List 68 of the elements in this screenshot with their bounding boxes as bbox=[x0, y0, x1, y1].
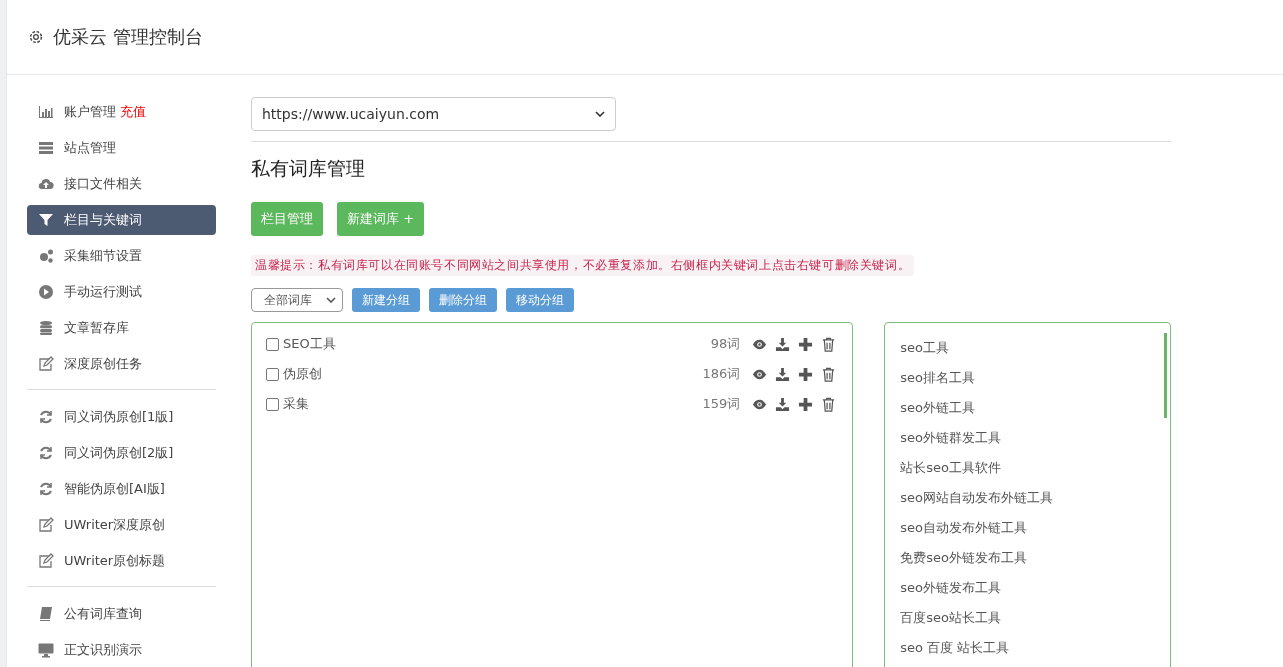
keyword-item[interactable]: seo外链工具 bbox=[900, 393, 1170, 423]
checkbox[interactable] bbox=[266, 337, 279, 351]
play-icon bbox=[38, 284, 54, 300]
sidebar-item[interactable]: 文章暂存库 bbox=[27, 313, 216, 343]
gear-icon bbox=[27, 28, 45, 46]
sidebar-item[interactable]: 公有词库查询 bbox=[27, 599, 216, 629]
sidebar-item[interactable]: UWriter原创标题 bbox=[27, 546, 216, 576]
checkbox[interactable] bbox=[266, 397, 279, 411]
keyword-item[interactable]: seo排名工具 bbox=[900, 363, 1170, 393]
sidebar-item[interactable]: 深度原创任务 bbox=[27, 349, 216, 379]
library-name[interactable]: 采集 bbox=[283, 395, 695, 413]
section-title: 私有词库管理 bbox=[251, 156, 366, 181]
site-select[interactable]: https://www.ucaiyun.com bbox=[251, 97, 616, 131]
sidebar-item[interactable]: UWriter深度原创 bbox=[27, 510, 216, 540]
group-select[interactable]: 全部词库 bbox=[251, 288, 343, 312]
sidebar-item[interactable]: 同义词伪原创[2版] bbox=[27, 438, 216, 468]
keyword-item[interactable]: seo 百度 站长工具 bbox=[900, 633, 1170, 663]
sidebar-item[interactable]: 同义词伪原创[1版] bbox=[27, 402, 216, 432]
word-count: 159词 bbox=[702, 395, 741, 413]
download-icon[interactable] bbox=[775, 366, 791, 382]
bar-chart-icon bbox=[38, 104, 54, 120]
checkbox[interactable] bbox=[266, 367, 279, 381]
word-count: 98词 bbox=[710, 335, 741, 353]
sidebar-item[interactable]: 正文识别演示 bbox=[27, 635, 216, 665]
keyword-item[interactable]: seo外链发布工具 bbox=[900, 573, 1170, 603]
sidebar-item[interactable]: 账户管理 充值 bbox=[27, 97, 216, 127]
edit-icon bbox=[38, 553, 54, 569]
gears-icon bbox=[38, 248, 54, 264]
filter-icon bbox=[38, 212, 54, 228]
plus-icon[interactable] bbox=[798, 396, 814, 412]
refresh-icon bbox=[38, 481, 54, 497]
word-count: 186词 bbox=[702, 365, 741, 383]
cloud-upload-icon bbox=[38, 176, 54, 192]
refresh-icon bbox=[38, 409, 54, 425]
keyword-item[interactable]: seo工具 bbox=[900, 333, 1170, 363]
console-title: 优采云 管理控制台 bbox=[53, 25, 203, 49]
chevron-down-icon bbox=[595, 111, 605, 117]
server-icon bbox=[38, 140, 54, 156]
keyword-item[interactable]: seo网站自动发布外链工具 bbox=[900, 483, 1170, 513]
chevron-down-icon bbox=[326, 297, 336, 303]
trash-icon[interactable] bbox=[821, 366, 837, 382]
edit-icon bbox=[38, 356, 54, 372]
recharge-link[interactable]: 充值 bbox=[120, 103, 146, 121]
sidebar-item[interactable]: 采集细节设置 bbox=[27, 241, 216, 271]
keyword-item[interactable]: 免费seo外链发布工具 bbox=[900, 543, 1170, 573]
trash-icon[interactable] bbox=[821, 336, 837, 352]
book-icon bbox=[38, 606, 54, 622]
edit-icon bbox=[38, 517, 54, 533]
refresh-icon bbox=[38, 445, 54, 461]
keyword-item[interactable]: seo自动发布外链工具 bbox=[900, 513, 1170, 543]
keyword-item[interactable]: seo外链群发工具 bbox=[900, 423, 1170, 453]
sidebar-item[interactable]: 接口文件相关 bbox=[27, 169, 216, 199]
database-icon bbox=[38, 320, 54, 336]
keyword-item[interactable]: 百度seo站长工具 bbox=[900, 603, 1170, 633]
trash-icon[interactable] bbox=[821, 396, 837, 412]
sidebar-item[interactable]: 栏目与关键词 bbox=[27, 205, 216, 235]
download-icon[interactable] bbox=[775, 396, 791, 412]
keyword-item[interactable]: 站长seo工具软件 bbox=[900, 453, 1170, 483]
sidebar-item[interactable]: 手动运行测试 bbox=[27, 277, 216, 307]
library-name[interactable]: 伪原创 bbox=[283, 365, 695, 383]
download-icon[interactable] bbox=[775, 336, 791, 352]
plus-icon[interactable] bbox=[798, 336, 814, 352]
sidebar-item[interactable]: 站点管理 bbox=[27, 133, 216, 163]
sidebar-item[interactable]: 智能伪原创[AI版] bbox=[27, 474, 216, 504]
plus-icon[interactable] bbox=[798, 366, 814, 382]
monitor-icon bbox=[38, 642, 54, 658]
tip-text: 温馨提示：私有词库可以在同账号不同网站之间共享使用，不必重复添加。右侧框内关键词上点击右键可删除关键词。 bbox=[251, 255, 915, 276]
library-name[interactable]: SEO工具 bbox=[283, 335, 703, 353]
